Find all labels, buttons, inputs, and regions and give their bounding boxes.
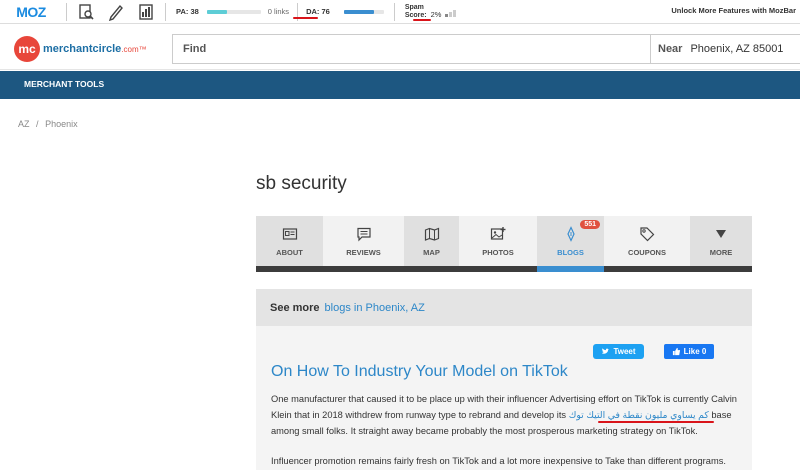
tab-coupons-label: COUPONS <box>628 247 666 257</box>
pen-icon <box>566 225 575 242</box>
find-input[interactable]: Find <box>172 34 650 64</box>
thumbs-up-icon <box>672 347 680 356</box>
blogs-count-badge: 551 <box>580 220 600 229</box>
mozbar: MOZ PA: 38 0 links DA: 76 Spam Score: 2%… <box>0 0 800 24</box>
spam-score-label: Spam Score: <box>404 3 427 19</box>
mozbar-divider <box>66 2 67 21</box>
moz-logo[interactable]: MOZ <box>0 0 62 24</box>
near-input[interactable]: Near Phoenix, AZ 85001 <box>650 34 800 64</box>
breadcrumb-city[interactable]: Phoenix <box>45 119 78 129</box>
mozbar-divider <box>165 2 166 21</box>
business-tabs: ABOUT REVIEWS MAP PHOTOS 551 BLOGS COUPO… <box>256 216 752 272</box>
serp-overlay-icon[interactable] <box>131 0 161 24</box>
page-analysis-icon[interactable] <box>71 0 101 24</box>
da-label: DA: 76 <box>306 7 330 16</box>
arabic-keyword-link[interactable]: كم يساوي مليون نقطة في التيك توك <box>569 410 709 420</box>
near-value: Phoenix, AZ 85001 <box>690 43 784 55</box>
tab-reviews[interactable]: REVIEWS <box>323 216 404 266</box>
twitter-bird-icon <box>602 348 610 354</box>
tab-blogs[interactable]: 551 BLOGS <box>537 216 604 266</box>
tag-icon <box>640 226 655 241</box>
tab-blogs-label: BLOGS <box>557 247 584 257</box>
tab-map[interactable]: MAP <box>404 216 459 266</box>
tab-more[interactable]: MORE <box>690 216 752 266</box>
pa-label: PA: 38 <box>176 7 199 16</box>
see-more-link[interactable]: blogs in Phoenix, AZ <box>325 302 425 314</box>
da-bar <box>343 9 384 14</box>
highlight-pencil-icon[interactable] <box>101 0 131 24</box>
mc-logo-mark: mc <box>14 36 40 62</box>
triangle-down-icon <box>716 229 726 238</box>
arabic-link-annotation-underline <box>598 421 714 423</box>
breadcrumb-separator: / <box>36 119 39 129</box>
tab-reviews-label: REVIEWS <box>346 247 381 257</box>
facebook-like-button[interactable]: Like 0 <box>664 344 714 359</box>
find-label: Find <box>183 43 207 55</box>
chat-icon <box>356 227 371 241</box>
logo-wordmark: merchantcircle <box>43 43 122 55</box>
domain-authority: DA: 76 <box>306 7 330 16</box>
page-title: sb security <box>256 173 347 194</box>
blog-post: Tweet Like 0 On How To Industry Your Mod… <box>256 326 752 470</box>
map-icon <box>424 227 439 241</box>
mozbar-divider <box>393 2 395 21</box>
post-paragraph-2: Influencer promotion remains fairly fres… <box>271 456 726 466</box>
tab-about-label: ABOUT <box>276 247 303 257</box>
nav-merchant-tools[interactable]: MERCHANT TOOLS <box>24 79 104 89</box>
spam-annotation-underline <box>413 19 431 21</box>
spam-score-bars-icon <box>445 10 457 17</box>
post-paragraph-1: One manufacturer that caused it to be pl… <box>271 394 737 436</box>
breadcrumb-state[interactable]: AZ <box>18 119 30 129</box>
tweet-button[interactable]: Tweet <box>593 344 644 359</box>
site-header: mc merchantcircle.com™ Find Near Phoenix… <box>0 26 800 70</box>
tab-coupons[interactable]: COUPONS <box>604 216 690 266</box>
active-tab-indicator <box>537 266 604 272</box>
pa-bar <box>206 9 261 14</box>
tabs-underline <box>256 266 752 272</box>
tab-about[interactable]: ABOUT <box>256 216 323 266</box>
see-more-bar: See more blogs in Phoenix, AZ <box>256 289 752 326</box>
like-label: Like 0 <box>683 347 707 356</box>
photo-add-icon <box>490 226 506 240</box>
tab-photos[interactable]: PHOTOS <box>459 216 537 266</box>
near-label: Near <box>658 43 683 55</box>
id-card-icon <box>282 227 297 240</box>
tweet-label: Tweet <box>613 347 636 356</box>
unlock-features-link[interactable]: Unlock More Features with MozBar <box>671 6 796 15</box>
see-more-label: See more <box>270 301 320 314</box>
breadcrumb: AZ / Phoenix <box>18 119 82 129</box>
da-bar-fill <box>343 9 375 14</box>
main-nav: MERCHANT TOOLS <box>0 71 800 99</box>
merchantcircle-logo[interactable]: mc merchantcircle.com™ <box>14 36 147 62</box>
spam-score-value: 2% <box>430 10 442 19</box>
page-authority: PA: 38 <box>176 7 199 16</box>
tab-map-label: MAP <box>423 247 440 257</box>
tab-photos-label: PHOTOS <box>482 247 514 257</box>
pa-bar-fill <box>206 9 228 14</box>
post-title[interactable]: On How To Industry Your Model on TikTok <box>271 363 568 381</box>
logo-suffix: .com™ <box>121 45 147 54</box>
links-count: 0 links <box>267 7 290 16</box>
tab-more-label: MORE <box>709 247 733 257</box>
da-annotation-underline <box>293 17 318 19</box>
